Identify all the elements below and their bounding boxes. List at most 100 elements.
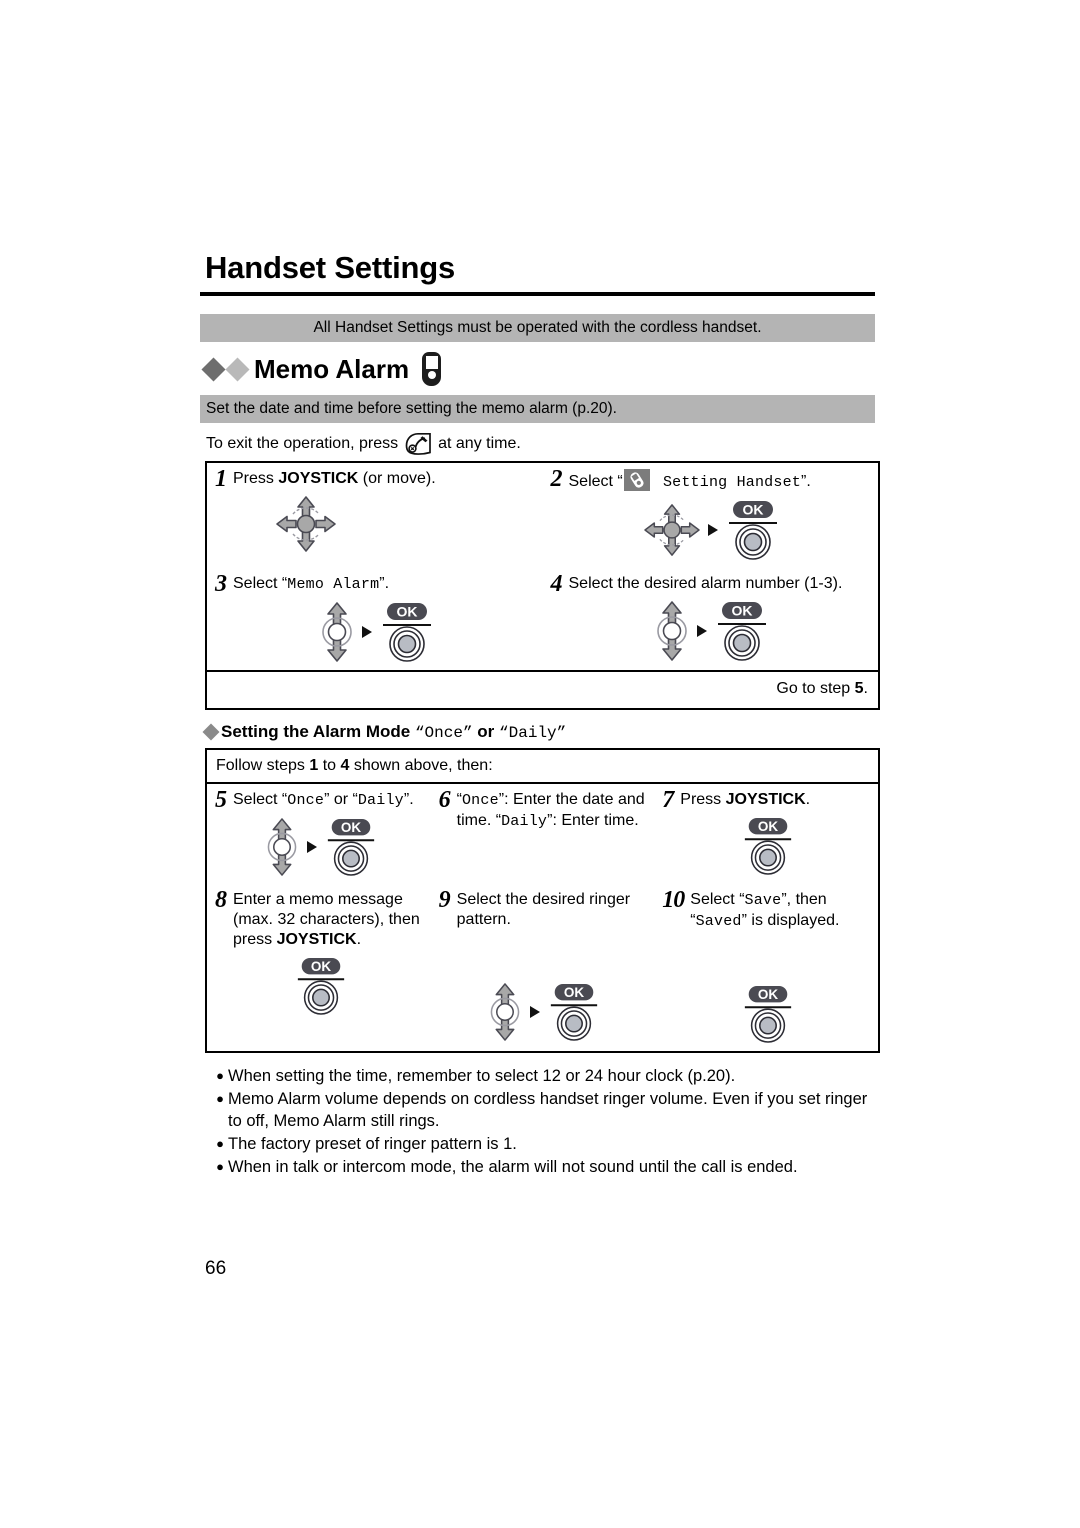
joystick-updown-icon[interactable] (487, 982, 523, 1047)
step-number: 1 (215, 466, 227, 492)
step-9: 9 Select the desired ringer pattern. OK (431, 884, 655, 1051)
step-number: 3 (215, 571, 227, 597)
step-text: Press JOYSTICK (or move). (233, 470, 436, 487)
step-3: 3 Select “Memo Alarm”. OK (207, 568, 543, 670)
arrow-right-icon (696, 624, 708, 643)
cordless-handset-icon (422, 352, 442, 386)
bullet-icon: ● (216, 1136, 224, 1151)
steps-primary-box: 1 Press JOYSTICK (or move). 2 Select “ S… (205, 461, 880, 710)
step-glyphs: OK (662, 816, 874, 881)
joystick-updown-icon[interactable] (319, 601, 355, 668)
exit-suffix-text: at any time. (438, 435, 521, 452)
step-7: 7 Press JOYSTICK. OK (654, 784, 878, 884)
arrow-right-icon (361, 625, 373, 644)
notes-list: ● When setting the time, remember to sel… (212, 1065, 880, 1178)
note-item: ● When in talk or intercom mode, the ala… (212, 1156, 880, 1178)
joystick-4way-icon[interactable] (275, 495, 337, 558)
note-item: ● Memo Alarm volume depends on cordless … (212, 1088, 880, 1132)
section-heading-memo-alarm: Memo Alarm (201, 352, 880, 386)
bullet-icon: ● (216, 1068, 224, 1083)
step-4: 4 Select the desired alarm number (1-3). (543, 568, 879, 670)
step-glyphs: OK (551, 499, 875, 566)
banner-set-date-time-note: Set the date and time before setting the… (200, 395, 875, 423)
step-number: 6 (438, 787, 451, 813)
step-glyphs: OK (662, 984, 874, 1049)
ok-button-icon[interactable]: OK (714, 600, 770, 667)
exit-prefix-text: To exit the operation, press (206, 435, 399, 452)
diamond-dark-icon (201, 356, 226, 382)
svg-text:OK: OK (564, 985, 585, 1000)
step-glyphs: OK (215, 817, 427, 882)
step-number: 7 (662, 787, 675, 813)
step-glyphs (215, 495, 539, 558)
step-1: 1 Press JOYSTICK (or move). (207, 463, 543, 568)
goto-step-note: Go to step 5. (207, 670, 878, 708)
svg-text:OK: OK (758, 819, 779, 834)
ok-button-icon[interactable]: OK (741, 816, 795, 881)
svg-text:OK: OK (311, 959, 332, 974)
steps-row-1-2: 1 Press JOYSTICK (or move). 2 Select “ S… (207, 463, 878, 568)
steps-secondary-box: Follow steps 1 to 4 shown above, then: 5… (205, 748, 880, 1053)
ok-button-icon[interactable]: OK (324, 817, 378, 882)
note-item: ● When setting the time, remember to sel… (212, 1065, 880, 1087)
svg-text:OK: OK (396, 604, 417, 620)
subsection-heading-alarm-mode: Setting the Alarm Mode “Once” or “Daily” (202, 722, 880, 742)
ok-button-icon[interactable]: OK (547, 982, 601, 1047)
step-glyphs: OK (215, 956, 427, 1021)
note-text: When in talk or intercom mode, the alarm… (228, 1158, 798, 1176)
joystick-updown-icon[interactable] (264, 817, 300, 882)
step-10: 10 Select “Save”, then “Saved” is displa… (654, 884, 878, 1051)
step-8: 8 Enter a memo message (max. 32 characte… (207, 884, 431, 1051)
step-text: Select “Once” or “Daily”. (233, 791, 414, 809)
step-5: 5 Select “Once” or “Daily”. OK (207, 784, 431, 884)
joystick-4way-icon[interactable] (643, 503, 701, 562)
step-glyphs: OK (439, 982, 651, 1047)
ok-button-icon[interactable]: OK (725, 499, 781, 566)
step-2: 2 Select “ Setting Handset”. OK (543, 463, 879, 568)
step-text: Select “Save”, then “Saved” is displayed… (690, 891, 840, 930)
step-text: Select the desired ringer pattern. (456, 891, 631, 928)
svg-text:OK: OK (732, 603, 753, 619)
note-text: When setting the time, remember to selec… (228, 1067, 736, 1085)
steps-row-8-9-10: 8 Enter a memo message (max. 32 characte… (207, 884, 878, 1051)
diamond-light-icon (225, 356, 250, 382)
follow-steps-note: Follow steps 1 to 4 shown above, then: (207, 750, 878, 784)
title-divider (200, 292, 875, 296)
step-number: 4 (550, 571, 563, 597)
section-title: Memo Alarm (254, 353, 410, 384)
page-number: 66 (205, 1258, 227, 1279)
diamond-bullet-icon (202, 723, 220, 741)
svg-text:OK: OK (758, 987, 779, 1002)
ok-button-icon[interactable]: OK (379, 601, 435, 668)
step-number: 10 (662, 887, 685, 913)
note-item: ● The factory preset of ringer pattern i… (212, 1133, 880, 1155)
arrow-right-icon (529, 1005, 541, 1024)
arrow-right-icon (707, 523, 719, 542)
ok-button-icon[interactable]: OK (741, 984, 795, 1049)
joystick-updown-icon[interactable] (654, 600, 690, 667)
step-number: 9 (438, 887, 451, 913)
step-number: 5 (215, 787, 227, 813)
banner-handset-settings-note: All Handset Settings must be operated wi… (200, 314, 875, 342)
subsection-title: Setting the Alarm Mode “Once” or “Daily” (221, 722, 567, 742)
goto-step-suffix: . (863, 680, 868, 697)
note-text: The factory preset of ringer pattern is … (228, 1135, 517, 1153)
svg-text:OK: OK (341, 820, 362, 835)
ok-button-icon[interactable]: OK (294, 956, 348, 1021)
arrow-right-icon (306, 840, 318, 859)
setting-handset-menu-icon (623, 469, 650, 491)
bullet-icon: ● (216, 1091, 224, 1106)
step-number: 2 (550, 466, 563, 492)
step-glyphs: OK (551, 600, 875, 667)
off-hook-button-icon (403, 432, 433, 456)
note-text: Memo Alarm volume depends on cordless ha… (228, 1090, 868, 1130)
goto-step-number: 5 (854, 680, 864, 697)
steps-row-3-4: 3 Select “Memo Alarm”. OK 4 Select the d… (207, 568, 878, 670)
step-glyphs: OK (215, 601, 539, 668)
step-text: Enter a memo message (max. 32 characters… (233, 891, 420, 948)
manual-page: Handset Settings All Handset Settings mu… (200, 0, 880, 1528)
bullet-icon: ● (216, 1159, 224, 1174)
step-text: “Once”: Enter the date and time. “Daily”… (456, 791, 645, 830)
step-text: Select the desired alarm number (1-3). (568, 575, 843, 592)
exit-operation-instruction: To exit the operation, press at any time… (206, 432, 880, 456)
